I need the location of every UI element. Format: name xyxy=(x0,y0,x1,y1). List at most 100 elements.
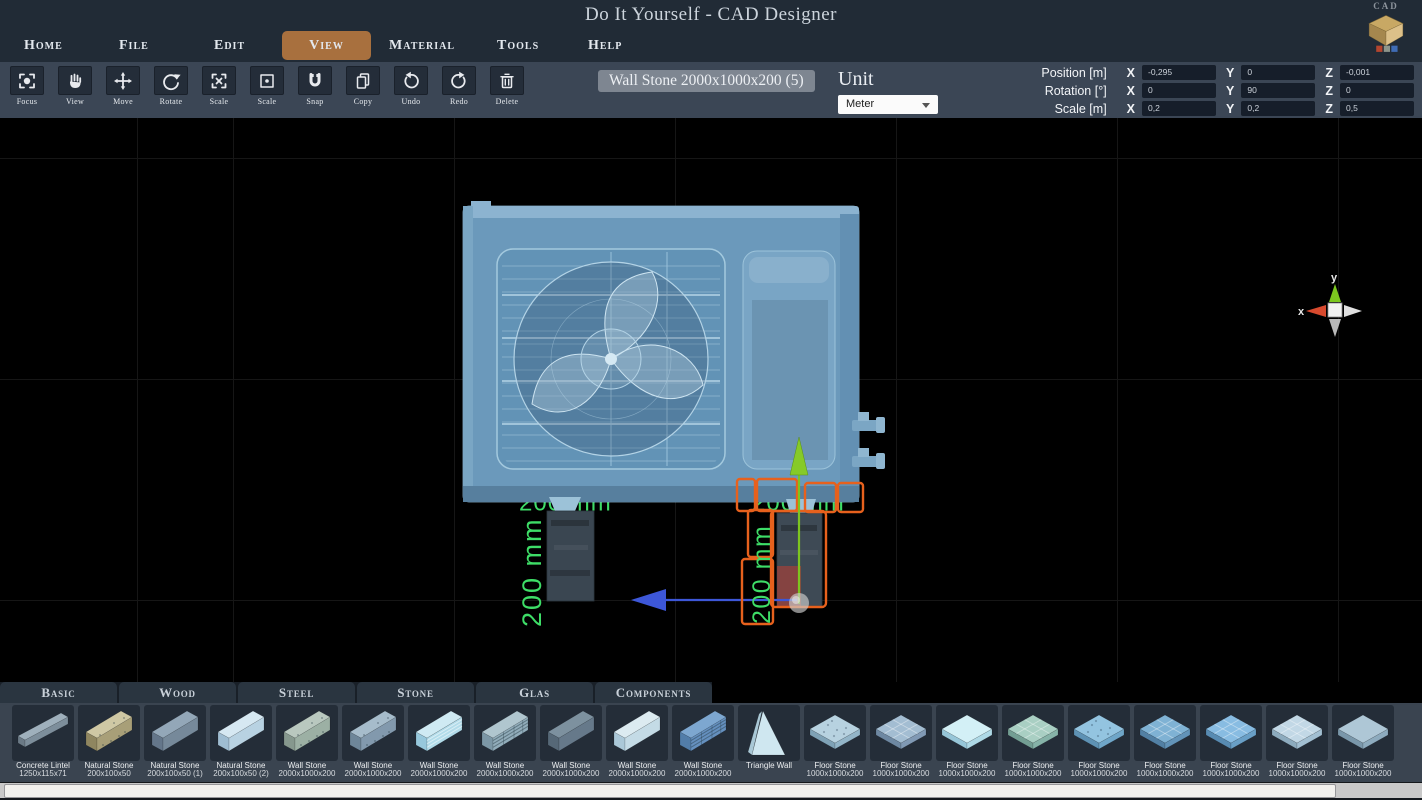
position-y-field[interactable]: 0 xyxy=(1241,65,1315,80)
undo-icon xyxy=(394,66,428,95)
menu-item-edit[interactable]: Edit xyxy=(214,38,245,54)
triangle-wall-thumbnail xyxy=(738,705,800,761)
tool-button-label: Scale xyxy=(250,97,284,106)
scale-rect-icon xyxy=(250,66,284,95)
tab-components[interactable]: Components xyxy=(595,682,712,703)
floor-stone-thumbnail xyxy=(1134,705,1196,761)
position-row: Position [m]X-0,295Y0Z-0,001 xyxy=(1015,64,1414,81)
unit-select[interactable]: Meter xyxy=(838,95,938,114)
palette-item-dims: 200x100x50 (1) xyxy=(144,770,206,778)
palette-scrollbar-thumb[interactable] xyxy=(4,784,1336,798)
tab-wood[interactable]: Wood xyxy=(119,682,236,703)
cad-designer-window: Do It Yourself - CAD Designer HomeFileEd… xyxy=(0,0,1422,800)
scale-x-field[interactable]: 0,2 xyxy=(1142,101,1216,116)
tab-steel[interactable]: Steel xyxy=(238,682,355,703)
menu-item-material[interactable]: Material xyxy=(389,38,455,54)
palette-item-natural-stone-3[interactable]: Natural Stone200x100x50 (2) xyxy=(210,703,272,782)
magnet-icon xyxy=(298,66,332,95)
tool-button-label: Delete xyxy=(490,97,524,106)
tool-button-snap[interactable]: Snap xyxy=(298,66,332,106)
tool-button-label: Redo xyxy=(442,97,476,106)
redo-icon xyxy=(442,66,476,95)
tool-button-delete[interactable]: Delete xyxy=(490,66,524,106)
tool-button-view[interactable]: View xyxy=(58,66,92,106)
orientation-gizmo[interactable]: y x xyxy=(1298,272,1362,337)
palette-item-dims: 1000x1000x200 xyxy=(1200,770,1262,778)
palette-item-floor-stone-19[interactable]: Floor Stone1000x1000x200 xyxy=(1266,703,1328,782)
tool-button-redo[interactable]: Redo xyxy=(442,66,476,106)
palette-item-floor-stone-12[interactable]: Floor Stone1000x1000x200 xyxy=(804,703,866,782)
palette-item-dims: 1000x1000x200 xyxy=(936,770,998,778)
position-x-field[interactable]: -0,295 xyxy=(1142,65,1216,80)
gizmo-cone-y[interactable] xyxy=(1329,284,1341,302)
axis-label-y: Y xyxy=(1226,84,1234,98)
tool-button-rotate[interactable]: Rotate xyxy=(154,66,188,106)
transform-panel: Position [m]X-0,295Y0Z-0,001Rotation [°]… xyxy=(1015,64,1414,118)
tool-button-label: Focus xyxy=(10,97,44,106)
scale-y-field[interactable]: 0,2 xyxy=(1241,101,1315,116)
palette-item-floor-stone-16[interactable]: Floor Stone1000x1000x200 xyxy=(1068,703,1130,782)
position-label: Position [m] xyxy=(1015,66,1107,80)
axis-label-x: X xyxy=(1127,102,1135,116)
viewport-3d[interactable]: 200 mm 200 mm xyxy=(0,118,1422,682)
rotate-icon xyxy=(154,66,188,95)
gizmo-cone-down[interactable] xyxy=(1329,319,1341,337)
rotation-z-field[interactable]: 0 xyxy=(1340,83,1414,98)
wall-stone-thumbnail xyxy=(408,705,470,761)
palette-item-dims: 200x100x50 (2) xyxy=(210,770,272,778)
palette-item-concrete-lintel-0[interactable]: Concrete Lintel1250x115x71 xyxy=(12,703,74,782)
palette-item-floor-stone-13[interactable]: Floor Stone1000x1000x200 xyxy=(870,703,932,782)
wall-stone-thumbnail xyxy=(606,705,668,761)
menu-item-view[interactable]: View xyxy=(282,31,371,60)
scale-z-field[interactable]: 0,5 xyxy=(1340,101,1414,116)
gizmo-x-label: x xyxy=(1298,306,1305,318)
floor-stone-thumbnail xyxy=(1332,705,1394,761)
menu-item-help[interactable]: Help xyxy=(588,38,622,54)
menu-item-file[interactable]: File xyxy=(119,38,149,54)
tool-button-scale-2[interactable]: Scale xyxy=(250,66,284,106)
palette-item-wall-stone-9[interactable]: Wall Stone2000x1000x200 xyxy=(606,703,668,782)
tab-basic[interactable]: Basic xyxy=(0,682,117,703)
rotation-x-field[interactable]: 0 xyxy=(1142,83,1216,98)
rotation-y-field[interactable]: 90 xyxy=(1241,83,1315,98)
palette-item-wall-stone-5[interactable]: Wall Stone2000x1000x200 xyxy=(342,703,404,782)
gizmo-origin-sphere[interactable] xyxy=(789,593,809,613)
tool-buttons: Focus View Move Rotate Scale Scale Snap Copy Und… xyxy=(10,66,524,106)
tool-button-label: View xyxy=(58,97,92,106)
support-stone-left[interactable] xyxy=(547,511,594,601)
palette-item-dims: 2000x1000x200 xyxy=(474,770,536,778)
palette-item-wall-stone-7[interactable]: Wall Stone2000x1000x200 xyxy=(474,703,536,782)
palette-item-wall-stone-6[interactable]: Wall Stone2000x1000x200 xyxy=(408,703,470,782)
position-z-field[interactable]: -0,001 xyxy=(1340,65,1414,80)
palette-item-floor-stone-15[interactable]: Floor Stone1000x1000x200 xyxy=(1002,703,1064,782)
ac-unit-model xyxy=(463,201,885,502)
wall-stone-thumbnail xyxy=(342,705,404,761)
tool-button-copy[interactable]: Copy xyxy=(346,66,380,106)
palette-item-floor-stone-17[interactable]: Floor Stone1000x1000x200 xyxy=(1134,703,1196,782)
palette-item-floor-stone-14[interactable]: Floor Stone1000x1000x200 xyxy=(936,703,998,782)
material-tabs: BasicWoodSteelStoneGlasComponents xyxy=(0,682,712,703)
palette-item-triangle-wall-11[interactable]: Triangle Wall xyxy=(738,703,800,782)
tool-button-focus[interactable]: Focus xyxy=(10,66,44,106)
tool-button-label: Snap xyxy=(298,97,332,106)
palette-item-dims: 1000x1000x200 xyxy=(1266,770,1328,778)
scale-label: Scale [m] xyxy=(1015,102,1107,116)
tool-button-scale[interactable]: Scale xyxy=(202,66,236,106)
tab-glas[interactable]: Glas xyxy=(476,682,593,703)
palette-item-wall-stone-4[interactable]: Wall Stone2000x1000x200 xyxy=(276,703,338,782)
gizmo-cone-right[interactable] xyxy=(1344,305,1362,317)
palette-item-floor-stone-18[interactable]: Floor Stone1000x1000x200 xyxy=(1200,703,1262,782)
palette-item-wall-stone-10[interactable]: Wall Stone2000x1000x200 xyxy=(672,703,734,782)
palette-item-natural-stone-1[interactable]: Natural Stone200x100x50 xyxy=(78,703,140,782)
tool-button-move[interactable]: Move xyxy=(106,66,140,106)
menu-item-tools[interactable]: Tools xyxy=(497,38,539,54)
palette-item-floor-stone-20[interactable]: Floor Stone1000x1000x200 xyxy=(1332,703,1394,782)
gizmo-center-cube[interactable] xyxy=(1328,303,1342,317)
palette-scrollbar-track[interactable] xyxy=(0,782,1422,798)
tab-stone[interactable]: Stone xyxy=(357,682,474,703)
gizmo-cone-x[interactable] xyxy=(1306,305,1326,317)
palette-item-wall-stone-8[interactable]: Wall Stone2000x1000x200 xyxy=(540,703,602,782)
menu-item-home[interactable]: Home xyxy=(24,38,63,54)
palette-item-natural-stone-2[interactable]: Natural Stone200x100x50 (1) xyxy=(144,703,206,782)
tool-button-undo[interactable]: Undo xyxy=(394,66,428,106)
